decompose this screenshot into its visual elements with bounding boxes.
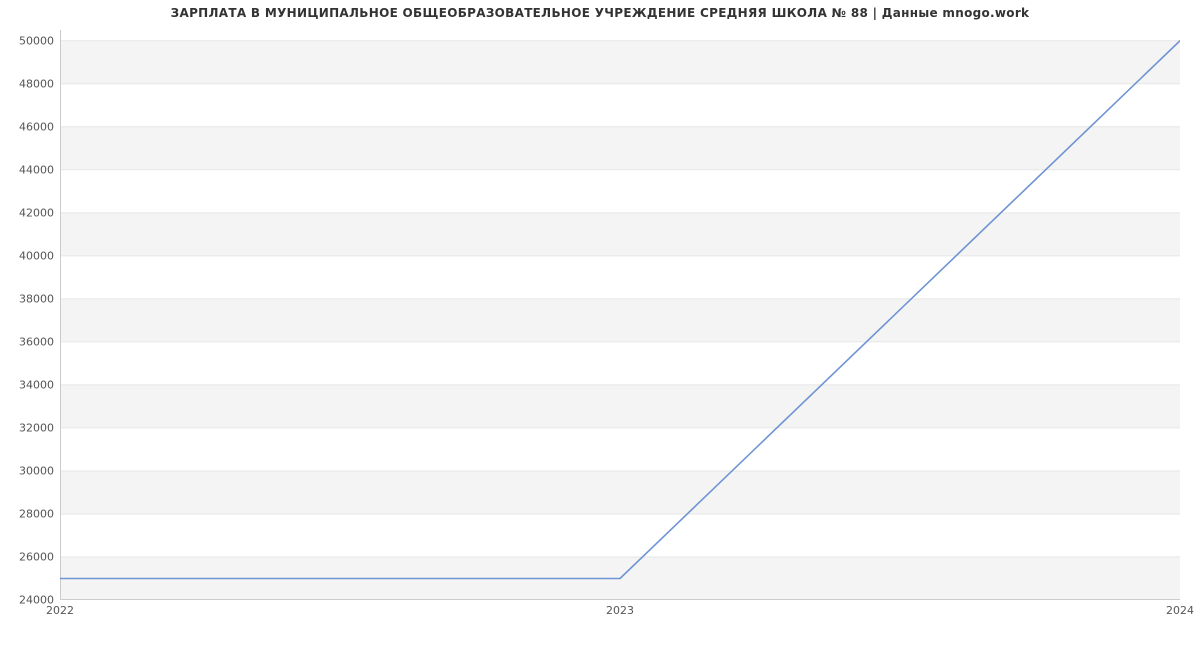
plot-area <box>60 30 1180 600</box>
y-tick-label: 46000 <box>4 120 54 133</box>
y-tick-label: 50000 <box>4 34 54 47</box>
y-tick-label: 44000 <box>4 163 54 176</box>
y-tick-label: 48000 <box>4 77 54 90</box>
x-tick-label: 2024 <box>1166 604 1194 617</box>
y-tick-label: 32000 <box>4 421 54 434</box>
x-tick-label: 2023 <box>606 604 634 617</box>
y-tick-label: 26000 <box>4 550 54 563</box>
x-tick-label: 2022 <box>46 604 74 617</box>
chart-title: ЗАРПЛАТА В МУНИЦИПАЛЬНОЕ ОБЩЕОБРАЗОВАТЕЛ… <box>0 6 1200 20</box>
y-tick-label: 28000 <box>4 507 54 520</box>
chart-container: ЗАРПЛАТА В МУНИЦИПАЛЬНОЕ ОБЩЕОБРАЗОВАТЕЛ… <box>0 0 1200 650</box>
y-tick-label: 30000 <box>4 464 54 477</box>
y-tick-label: 36000 <box>4 335 54 348</box>
y-tick-label: 42000 <box>4 206 54 219</box>
y-tick-label: 34000 <box>4 378 54 391</box>
chart-svg <box>60 30 1180 600</box>
y-tick-label: 38000 <box>4 292 54 305</box>
y-tick-label: 40000 <box>4 249 54 262</box>
